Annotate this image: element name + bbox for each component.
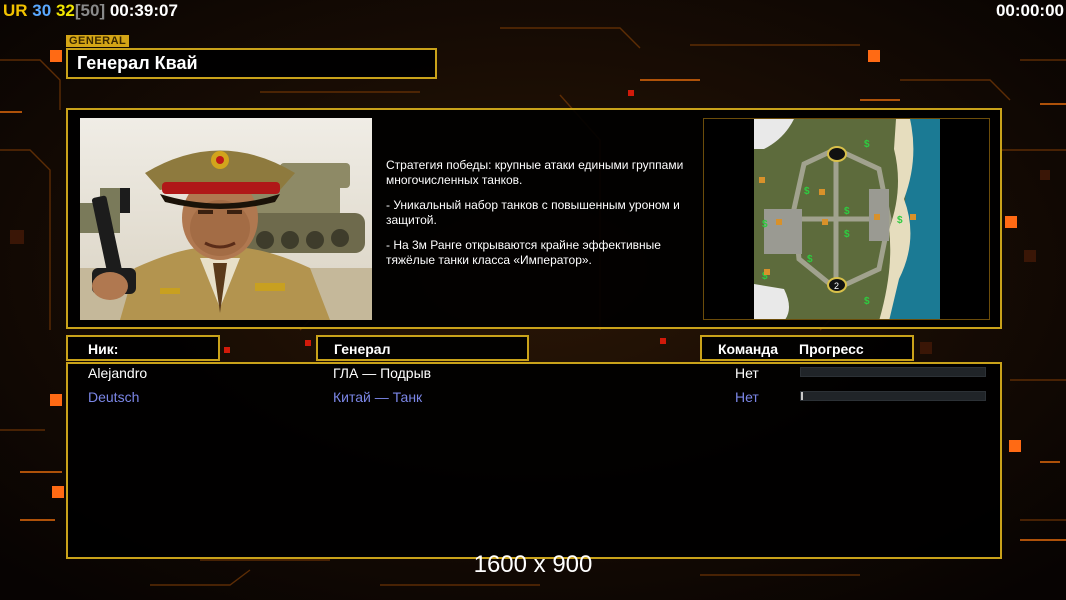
- header-progress-label: Прогресс: [799, 341, 864, 357]
- general-portrait-image: [80, 118, 372, 320]
- general-title: Генерал Квай: [77, 53, 198, 73]
- minimap-start-marker: 2: [834, 281, 839, 291]
- minimap: 2 $ $ $ $ $ $ $ $ $: [703, 118, 990, 320]
- description-line-2: - Уникальный набор танков с повышенным у…: [386, 198, 680, 227]
- stat-a: 30: [32, 1, 52, 20]
- svg-text:$: $: [804, 186, 810, 197]
- resolution-label: 1600 x 900: [473, 551, 593, 578]
- svg-text:$: $: [762, 219, 768, 230]
- top-stats: UR 30 32[50] 00:39:07: [3, 1, 178, 21]
- header-nick-label: Ник:: [88, 341, 119, 357]
- elapsed-time: 00:39:07: [109, 1, 178, 20]
- player-1-team: Нет: [735, 365, 759, 381]
- player-1-general: ГЛА — Подрыв: [333, 365, 432, 381]
- stat-c: [50]: [74, 1, 106, 20]
- header-team-label: Команда: [718, 341, 778, 357]
- svg-text:$: $: [864, 139, 870, 150]
- ur-label: UR: [3, 1, 28, 20]
- player-2-nick: Deutsch: [88, 389, 140, 405]
- player-1-nick: Alejandro: [88, 365, 148, 381]
- countdown-time: 00:00:00: [995, 1, 1064, 20]
- minimap-image: 2 $$$ $$$ $$$: [704, 119, 989, 319]
- svg-text:$: $: [844, 229, 850, 240]
- player-1-progress: [800, 367, 986, 377]
- header-team-progress: Команда Прогресс: [700, 335, 914, 361]
- general-tag: GENERAL: [66, 35, 130, 47]
- player-2-team: Нет: [735, 389, 759, 405]
- header-general: Генерал: [316, 335, 529, 361]
- header-nick: Ник:: [66, 335, 220, 361]
- player-2-general: Китай — Танк: [333, 389, 423, 405]
- player-2-progress-fill: [801, 392, 803, 400]
- description-line-3: - На 3м Ранге открываются крайне эффекти…: [386, 238, 661, 267]
- svg-text:$: $: [807, 254, 813, 265]
- header-general-label: Генерал: [334, 341, 391, 357]
- stat-b: 32: [55, 1, 75, 20]
- svg-text:$: $: [897, 215, 903, 226]
- svg-text:$: $: [844, 206, 850, 217]
- description-line-1: Стратегия победы: крупные атаки едиными …: [386, 158, 684, 187]
- general-portrait: [80, 118, 372, 320]
- general-description: Стратегия победы: крупные атаки едиными …: [386, 158, 701, 278]
- player-2-progress: [800, 391, 986, 401]
- svg-text:$: $: [864, 296, 870, 307]
